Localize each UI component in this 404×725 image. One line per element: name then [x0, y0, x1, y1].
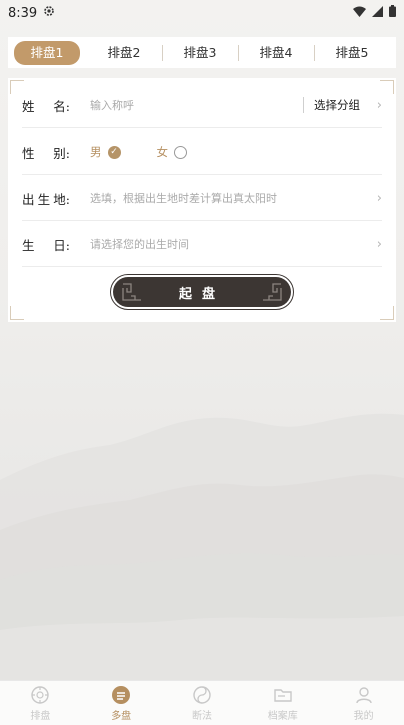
chevron-right-icon[interactable]: ›	[372, 237, 382, 252]
select-group-button[interactable]: 选择分组	[303, 97, 360, 113]
name-input[interactable]: 输入称呼	[90, 97, 303, 113]
start-chart-button[interactable]: 起盘	[113, 277, 291, 307]
name-label: 姓 名:	[22, 98, 70, 114]
birthday-row[interactable]: 生 日: 请选择您的出生时间 ›	[22, 222, 382, 267]
signal-icon	[372, 5, 383, 21]
multi-chart-icon	[112, 685, 131, 704]
birthplace-label: 出 生 地:	[22, 191, 70, 207]
nav-item-paipan[interactable]: 排盘	[0, 681, 81, 725]
name-row: 姓 名: 输入称呼 选择分组 ›	[22, 83, 382, 128]
wifi-icon	[353, 6, 366, 21]
chart-tabs: 排盘1 排盘2 排盘3 排盘4 排盘5	[8, 37, 396, 68]
birthplace-row[interactable]: 出 生 地: 选填，根据出生地时差计算出真太阳时 ›	[22, 176, 382, 221]
tab-chart-1[interactable]: 排盘1	[14, 40, 80, 65]
corner-ornament	[10, 306, 24, 320]
settings-gear-icon	[43, 5, 55, 21]
nav-item-multi[interactable]: 多盘	[81, 681, 162, 725]
chevron-right-icon[interactable]: ›	[372, 191, 382, 206]
start-chart-button-frame: 起盘	[110, 274, 294, 310]
fret-pattern-icon	[263, 283, 282, 301]
tab-chart-5[interactable]: 排盘5	[314, 42, 390, 64]
gender-label: 性 别:	[22, 145, 70, 161]
tab-chart-4[interactable]: 排盘4	[238, 42, 314, 64]
chevron-right-icon[interactable]: ›	[372, 98, 382, 113]
birth-info-form: 姓 名: 输入称呼 选择分组 › 性 别: 男 ✓ 女 出 生 地: 选填，根据…	[8, 78, 396, 322]
status-time: 8:39	[8, 5, 38, 21]
mountain-background	[0, 413, 404, 690]
nav-item-archive[interactable]: 档案库	[242, 681, 323, 725]
gender-option-male[interactable]: 男 ✓	[90, 144, 121, 160]
folder-icon	[274, 688, 292, 702]
compass-icon	[31, 685, 50, 704]
checked-radio-icon: ✓	[107, 145, 121, 159]
fret-pattern-icon	[122, 283, 141, 301]
birthday-input[interactable]: 请选择您的出生时间	[90, 236, 372, 252]
tab-chart-2[interactable]: 排盘2	[86, 42, 162, 64]
corner-ornament	[380, 80, 394, 94]
person-icon	[355, 686, 372, 703]
status-bar: 8:39	[0, 0, 404, 26]
gender-row: 性 别: 男 ✓ 女	[22, 130, 382, 175]
birthday-label: 生 日:	[22, 237, 70, 253]
tab-chart-3[interactable]: 排盘3	[162, 42, 238, 64]
birthplace-input[interactable]: 选填，根据出生地时差计算出真太阳时	[90, 190, 372, 206]
unchecked-radio-icon	[174, 145, 187, 159]
gender-option-female[interactable]: 女	[157, 144, 187, 160]
nav-item-mine[interactable]: 我的	[323, 681, 404, 725]
bottom-navigation: 排盘 多盘 断法 档案库 我的	[0, 680, 404, 725]
corner-ornament	[380, 306, 394, 320]
nav-item-duanfa[interactable]: 断法	[162, 681, 243, 725]
battery-icon	[389, 5, 396, 21]
yin-yang-icon	[193, 685, 211, 704]
